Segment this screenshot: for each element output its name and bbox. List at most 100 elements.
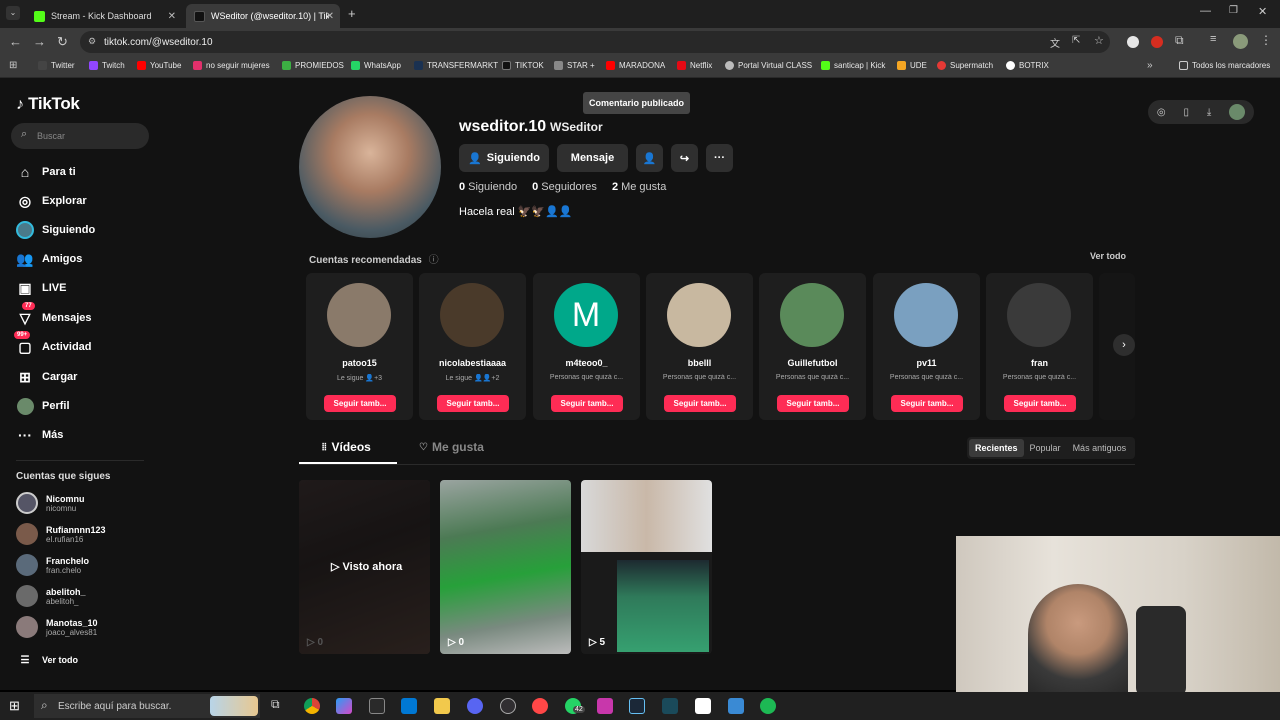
follow-back-button[interactable]: Seguir tamb... (777, 395, 849, 412)
more-options-button[interactable]: ··· (706, 144, 733, 172)
bookmark-star-icon[interactable]: ☆ (1094, 34, 1104, 47)
close-window-icon[interactable]: ✕ (1258, 5, 1267, 18)
all-bookmarks-folder[interactable]: Todos los marcadores (1179, 61, 1270, 70)
extensions-puzzle-icon[interactable]: ⧉ (1175, 33, 1184, 48)
address-bar[interactable]: ⚙ tiktok.com/@wseditor.10 文 ⇱ ☆ (80, 31, 1110, 53)
sidebar-item-actividad[interactable]: ▢ 99+ Actividad (14, 331, 92, 356)
recommended-card[interactable]: Guillefutbol Personas que quizá c... Seg… (759, 273, 866, 420)
apps-grid-icon[interactable]: ⊞ (9, 60, 17, 71)
sidebar-item-mas[interactable]: ··· Más (16, 426, 63, 444)
more-bookmarks-icon[interactable]: » (1147, 60, 1153, 71)
sort-recent[interactable]: Recientes (969, 439, 1024, 457)
download-icon[interactable]: ⤓ (1207, 107, 1211, 118)
tab-videos[interactable]: ⦙⦙ Vídeos (322, 440, 371, 454)
see-all-following[interactable]: ☰ Ver todo (16, 651, 79, 669)
profile-avatar-icon[interactable] (1233, 34, 1248, 49)
message-button[interactable]: Mensaje (557, 144, 628, 172)
file-explorer-icon[interactable] (434, 698, 450, 714)
follow-back-button[interactable]: Seguir tamb... (551, 395, 623, 412)
sidebar-item-explorar[interactable]: ◎ Explorar (16, 192, 87, 210)
chrome-icon[interactable] (304, 698, 320, 714)
obs-icon[interactable] (500, 698, 516, 714)
follow-back-button[interactable]: Seguir tamb... (324, 395, 396, 412)
restore-icon[interactable]: ❐ (1229, 5, 1238, 16)
follow-back-button[interactable]: Seguir tamb... (891, 395, 963, 412)
video-thumbnail[interactable]: ▷ 5 (581, 480, 712, 654)
sort-oldest[interactable]: Más antiguos (1067, 443, 1133, 453)
spotify-icon[interactable] (760, 698, 776, 714)
windows-start-icon[interactable]: ⊞ (9, 698, 20, 714)
bookmark-twitter[interactable]: Twitter (38, 61, 75, 70)
tab-kick-dashboard[interactable]: Stream - Kick Dashboard ✕ (26, 4, 182, 28)
followed-account[interactable]: Manotas_10 joaco_alves81 (16, 616, 98, 638)
app-icon[interactable] (662, 698, 678, 714)
reload-icon[interactable]: ↻ (57, 34, 68, 50)
bookmark-supermatch[interactable]: Supermatch (937, 61, 993, 70)
recommended-card[interactable]: patoo15 Le sigue 👤+3 Seguir tamb... (306, 273, 413, 420)
bookmark-star-plus[interactable]: STAR + (554, 61, 595, 70)
media-control-icon[interactable]: ≡ (1210, 33, 1216, 45)
add-friend-button[interactable]: 👤 (636, 144, 663, 172)
bookmark-promiedos[interactable]: PROMIEDOS (282, 61, 344, 70)
bookmark-instagram[interactable]: no seguir mujeres (193, 61, 270, 70)
taskbar-search[interactable]: ⌕ Escribe aquí para buscar. (34, 694, 260, 718)
bookmark-netflix[interactable]: Netflix (677, 61, 712, 70)
minimize-icon[interactable]: — (1200, 5, 1211, 17)
info-icon[interactable]: ⓘ (429, 255, 439, 266)
bookmark-youtube[interactable]: YouTube (137, 61, 181, 70)
close-tab-icon[interactable]: ✕ (326, 11, 334, 22)
extension-red-icon[interactable] (1151, 36, 1163, 48)
sidebar-item-para-ti[interactable]: ⌂ Para ti (16, 163, 76, 181)
copilot-icon[interactable] (336, 698, 352, 714)
new-tab-icon[interactable]: + (348, 6, 356, 21)
recommended-card[interactable]: nicolabestiaaaa Le sigue 👤👤+2 Seguir tam… (419, 273, 526, 420)
bookmark-transfermarkt[interactable]: TRANSFERMARKT (414, 61, 498, 70)
forward-icon[interactable]: → (33, 34, 46, 49)
bookmark-botrix[interactable]: BOTRIX (1006, 61, 1049, 70)
epic-games-icon[interactable] (369, 698, 385, 714)
bookmark-tiktok[interactable]: TIKTOK (502, 61, 544, 70)
capcut-icon[interactable] (695, 698, 711, 714)
follow-back-button[interactable]: Seguir tamb... (437, 395, 509, 412)
followed-account[interactable]: abelitoh_ abelitoh_ (16, 585, 86, 607)
followed-account[interactable]: Nicomnu nicomnu (16, 492, 85, 514)
bookmark-whatsapp[interactable]: WhatsApp (351, 61, 401, 70)
app-icon[interactable] (597, 698, 613, 714)
close-tab-icon[interactable]: ✕ (168, 11, 176, 22)
tiktok-logo[interactable]: ♪ TikTok (16, 94, 80, 114)
search-input[interactable]: ⌕ Buscar (11, 123, 149, 149)
browser-menu-icon[interactable]: ⋮ (1260, 33, 1272, 47)
steam-icon[interactable] (629, 698, 645, 714)
install-icon[interactable]: ⇱ (1072, 35, 1080, 46)
tab-likes[interactable]: ♡ Me gusta (419, 440, 484, 454)
tab-list-icon[interactable]: ⌄ (6, 6, 20, 20)
sort-popular[interactable]: Popular (1024, 443, 1067, 453)
followed-account[interactable]: Rufiannnn123 el.rufian16 (16, 523, 106, 545)
user-avatar[interactable] (1229, 104, 1246, 120)
profile-avatar[interactable] (299, 96, 441, 238)
device-icon[interactable]: ▯ (1183, 107, 1189, 118)
recommended-card[interactable]: fran Personas que quizá c... Seguir tamb… (986, 273, 1093, 420)
bookmark-twitch[interactable]: Twitch (89, 61, 125, 70)
bookmark-portal-virtual[interactable]: Portal Virtual CLASS (725, 61, 812, 70)
video-thumbnail[interactable]: ▷ Visto ahora ▷ 0 (299, 480, 430, 654)
shield-icon[interactable] (728, 698, 744, 714)
sidebar-item-mensajes[interactable]: ▽ 77 Mensajes (16, 302, 92, 327)
video-thumbnail[interactable]: ▷ 0 (440, 480, 571, 654)
sidebar-item-siguiendo[interactable]: Siguiendo (16, 221, 95, 239)
sidebar-item-live[interactable]: ▣ LIVE (16, 279, 66, 297)
task-view-icon[interactable]: ⧉ (271, 697, 280, 712)
carousel-next-button[interactable]: › (1113, 334, 1135, 356)
bookmark-maradona[interactable]: MARADONA (606, 61, 665, 70)
back-icon[interactable]: ← (9, 34, 22, 49)
sidebar-item-perfil[interactable]: Perfil (16, 397, 70, 415)
extension-green-icon[interactable] (1127, 36, 1139, 48)
recommended-card[interactable]: bbelll Personas que quizá c... Seguir ta… (646, 273, 753, 420)
site-info-icon[interactable]: ⚙ (88, 36, 96, 47)
ea-icon[interactable] (532, 698, 548, 714)
bookmark-ude[interactable]: UDE (897, 61, 927, 70)
bookmark-santicap-kick[interactable]: santicap | Kick (821, 61, 885, 70)
coins-icon[interactable]: ◎ (1157, 107, 1166, 118)
discord-icon[interactable] (467, 698, 483, 714)
mail-icon[interactable] (401, 698, 417, 714)
